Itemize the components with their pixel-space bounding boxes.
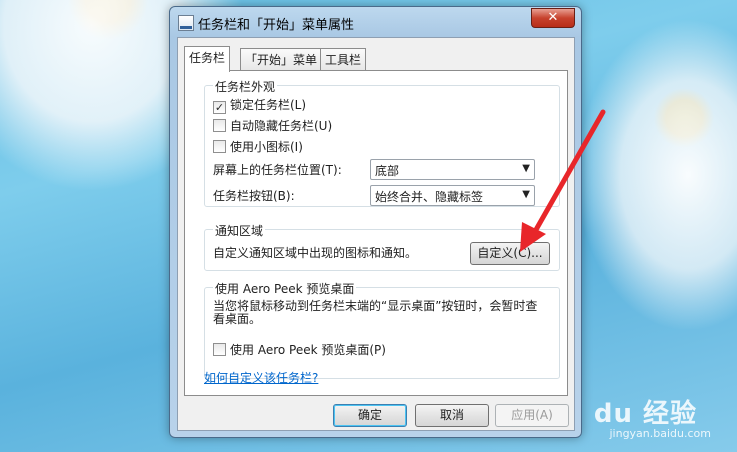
tab-taskbar[interactable]: 任务栏 [184, 46, 231, 72]
annotation-arrow [520, 109, 606, 252]
arrow-shaft [530, 109, 606, 238]
arrow-head-icon [520, 222, 546, 252]
